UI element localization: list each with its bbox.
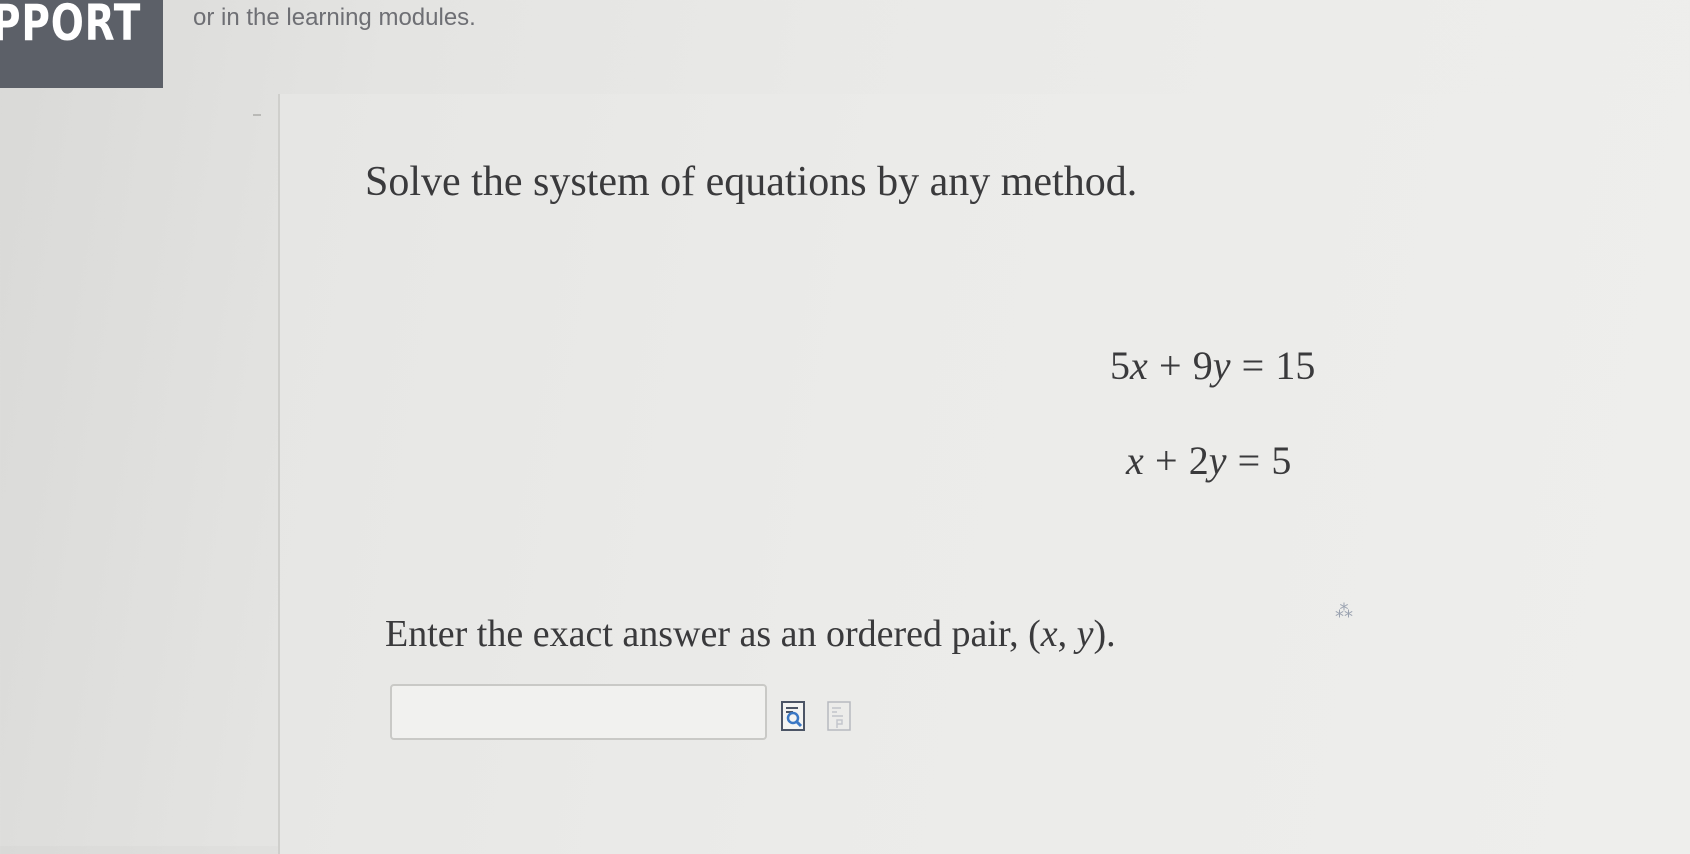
- equation-editor-icon[interactable]: [827, 701, 851, 731]
- support-banner-text: PPORT: [0, 0, 142, 52]
- preview-icon[interactable]: [781, 701, 805, 731]
- question-panel: [278, 94, 1690, 854]
- support-banner: PPORT: [0, 0, 163, 88]
- panel-divider: [253, 114, 261, 116]
- instruction-text: Enter the exact answer as an ordered pai…: [385, 613, 1029, 655]
- equation-2: x +2y = 5: [1126, 438, 1292, 483]
- question-prompt: Solve the system of equations by any met…: [365, 159, 1138, 205]
- instruction-period: .: [1106, 613, 1116, 655]
- cursor-mark: ⁂: [1335, 601, 1353, 621]
- answer-input[interactable]: [390, 684, 767, 740]
- ordered-pair-notation: (x, y): [1028, 613, 1107, 655]
- learning-modules-note: or in the learning modules.: [193, 4, 476, 31]
- answer-instruction: Enter the exact answer as an ordered pai…: [385, 612, 1116, 656]
- equation-1: 5x +9y = 15: [1110, 343, 1316, 388]
